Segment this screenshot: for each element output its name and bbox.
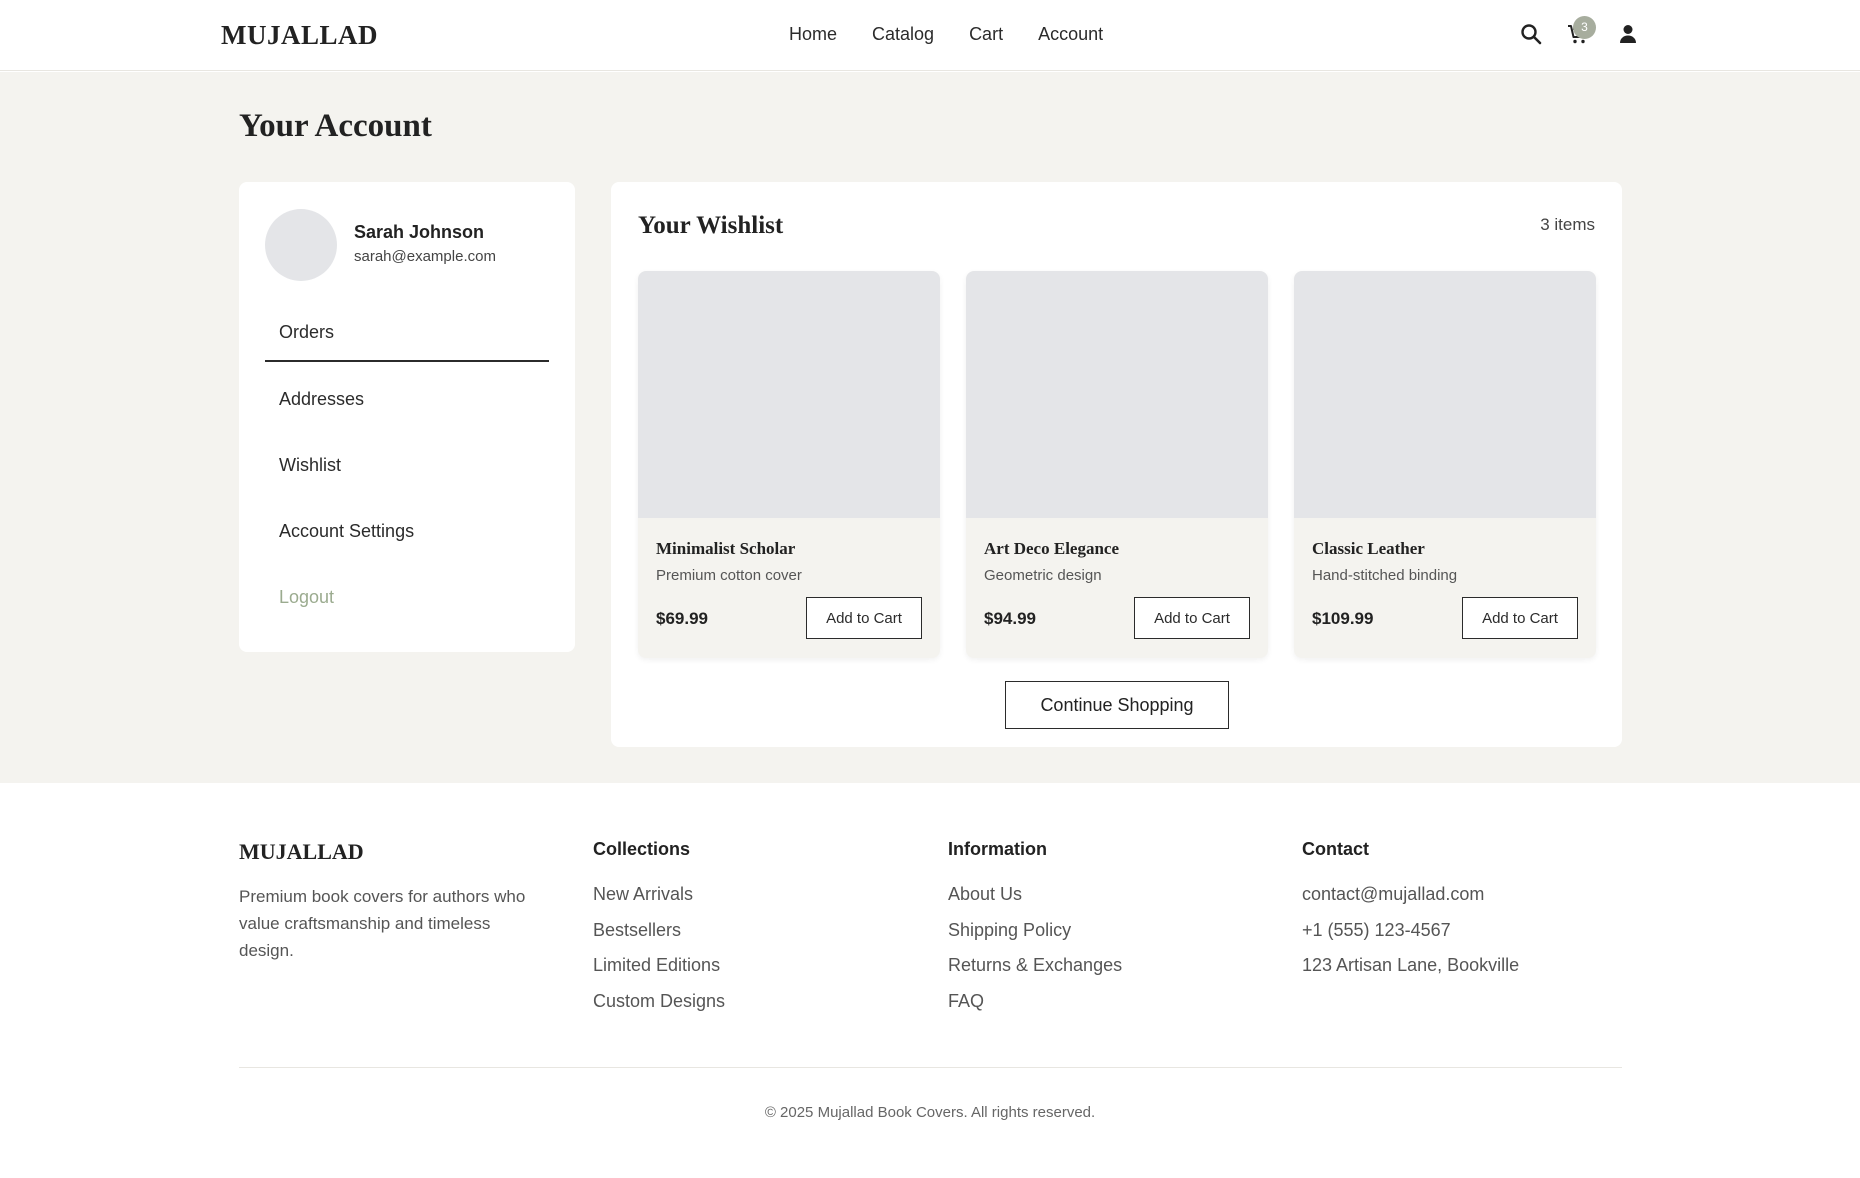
- footer-link-returns[interactable]: Returns & Exchanges: [948, 955, 1122, 991]
- footer-collections: Collections New Arrivals Bestsellers Lim…: [593, 839, 725, 1026]
- continue-shopping-button[interactable]: Continue Shopping: [1005, 681, 1229, 729]
- sidebar-item-orders[interactable]: Orders: [265, 302, 549, 362]
- sidebar-item-addresses[interactable]: Addresses: [265, 370, 549, 436]
- product-card[interactable]: Minimalist Scholar Premium cotton cover …: [638, 271, 940, 658]
- nav-cart[interactable]: Cart: [969, 24, 1003, 45]
- product-description: Hand-stitched binding: [1312, 567, 1458, 584]
- add-to-cart-button[interactable]: Add to Cart: [1462, 597, 1578, 639]
- site-footer: MUJALLAD Premium book covers for authors…: [0, 783, 1860, 1178]
- product-name[interactable]: Classic Leather: [1312, 539, 1425, 559]
- account-sidebar: Sarah Johnson sarah@example.com Orders A…: [239, 182, 575, 652]
- product-image[interactable]: [638, 271, 940, 518]
- product-image[interactable]: [966, 271, 1268, 518]
- site-header: MUJALLAD Home Catalog Cart Account 3: [0, 0, 1860, 71]
- footer-link-new-arrivals[interactable]: New Arrivals: [593, 884, 725, 920]
- main-content: Your Account Sarah Johnson sarah@example…: [0, 72, 1860, 783]
- footer-link-faq[interactable]: FAQ: [948, 991, 1122, 1027]
- footer-link-custom-designs[interactable]: Custom Designs: [593, 991, 725, 1027]
- wishlist-title: Your Wishlist: [638, 212, 784, 239]
- footer-link-shipping-policy[interactable]: Shipping Policy: [948, 920, 1122, 956]
- footer-logo: MUJALLAD: [239, 839, 364, 864]
- wishlist-panel: Your Wishlist 3 items Minimalist Scholar…: [611, 182, 1622, 747]
- add-to-cart-button[interactable]: Add to Cart: [1134, 597, 1250, 639]
- footer-contact-address: 123 Artisan Lane, Bookville: [1302, 955, 1520, 975]
- user-email: sarah@example.com: [354, 248, 496, 265]
- wishlist-count: 3 items: [1540, 215, 1595, 234]
- footer-information: Information About Us Shipping Policy Ret…: [948, 839, 1122, 1026]
- wishlist-products: Minimalist Scholar Premium cotton cover …: [638, 271, 1596, 658]
- footer-link-about-us[interactable]: About Us: [948, 884, 1122, 920]
- product-description: Premium cotton cover: [656, 567, 802, 584]
- footer-contact-phone[interactable]: +1 (555) 123-4567: [1302, 920, 1519, 956]
- product-name[interactable]: Art Deco Elegance: [984, 539, 1119, 559]
- cart-count-badge: 3: [1573, 16, 1596, 39]
- footer-link-bestsellers[interactable]: Bestsellers: [593, 920, 725, 956]
- nav-home[interactable]: Home: [789, 24, 837, 45]
- footer-heading-information: Information: [948, 839, 1047, 859]
- footer-contact: Contact contact@mujallad.com +1 (555) 12…: [1302, 839, 1519, 991]
- product-image[interactable]: [1294, 271, 1596, 518]
- sidebar-item-account-settings[interactable]: Account Settings: [265, 502, 549, 568]
- product-card[interactable]: Art Deco Elegance Geometric design $94.9…: [966, 271, 1268, 658]
- user-icon[interactable]: [1616, 22, 1640, 46]
- footer-link-limited-editions[interactable]: Limited Editions: [593, 955, 725, 991]
- product-description: Geometric design: [984, 567, 1102, 584]
- product-price: $94.99: [984, 609, 1036, 628]
- main-nav: Home Catalog Cart Account: [789, 24, 1103, 45]
- page-title: Your Account: [239, 108, 432, 144]
- avatar: [265, 209, 337, 281]
- footer-contact-email[interactable]: contact@mujallad.com: [1302, 884, 1519, 920]
- product-price: $69.99: [656, 609, 708, 628]
- sidebar-item-logout[interactable]: Logout: [265, 568, 549, 634]
- product-price: $109.99: [1312, 609, 1374, 628]
- product-card[interactable]: Classic Leather Hand-stitched binding $1…: [1294, 271, 1596, 658]
- footer-divider: [239, 1067, 1622, 1068]
- footer-tagline: Premium book covers for authors who valu…: [239, 887, 526, 960]
- copyright: © 2025 Mujallad Book Covers. All rights …: [764, 1104, 1096, 1121]
- user-name: Sarah Johnson: [354, 222, 485, 242]
- search-icon[interactable]: [1519, 22, 1543, 46]
- footer-heading-contact: Contact: [1302, 839, 1369, 859]
- add-to-cart-button[interactable]: Add to Cart: [806, 597, 922, 639]
- logo[interactable]: MUJALLAD: [221, 20, 378, 51]
- footer-heading-collections: Collections: [593, 839, 691, 859]
- account-nav: Orders Addresses Wishlist Account Settin…: [265, 302, 549, 634]
- nav-catalog[interactable]: Catalog: [872, 24, 934, 45]
- product-name[interactable]: Minimalist Scholar: [656, 539, 795, 559]
- nav-account[interactable]: Account: [1038, 24, 1103, 45]
- sidebar-item-wishlist[interactable]: Wishlist: [265, 436, 549, 502]
